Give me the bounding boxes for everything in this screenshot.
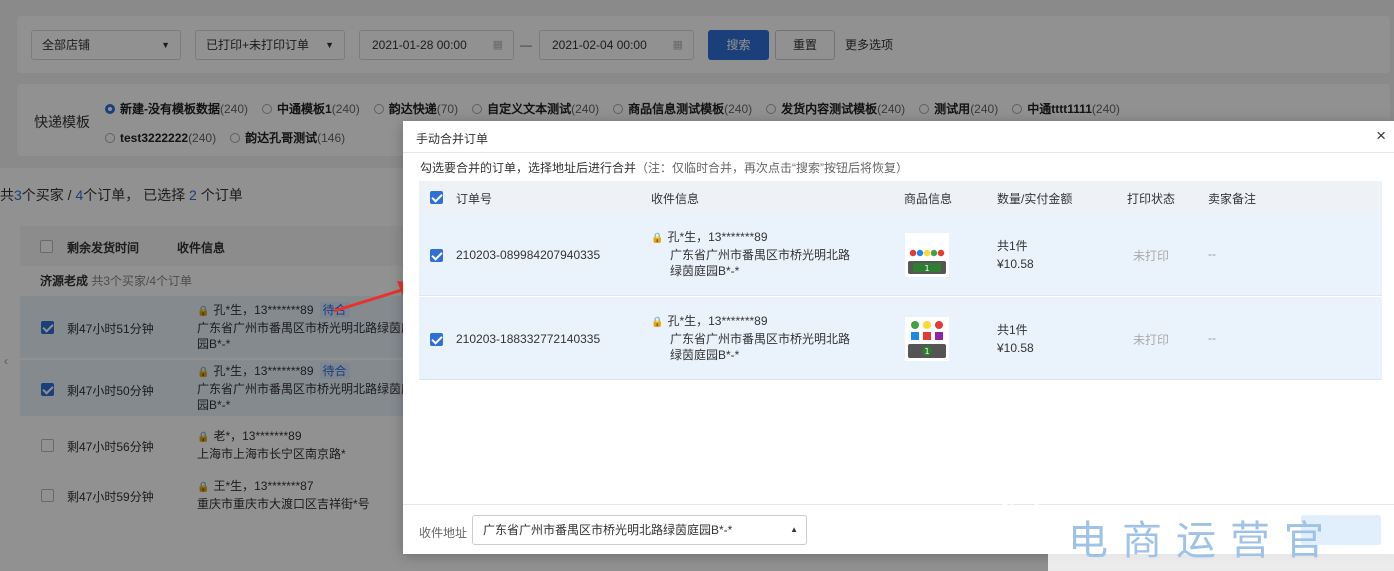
address-line-2: 绿茵庭园B*-* [670,348,740,362]
amount: ¥10.58 [997,341,1034,355]
hint-note: （注：仅临时合并，再次点击“搜索”按钮后将恢复） [636,161,909,175]
qty-amount: 共1件 ¥10.58 [997,321,1034,357]
amount: ¥10.58 [997,257,1034,271]
qty-amount: 共1件 ¥10.58 [997,237,1034,273]
product-thumbnail: 1 [905,317,949,361]
dialog-header: 手动合并订单 × [403,121,1394,153]
product-thumbnail: 1 [905,233,949,277]
select-all-checkbox[interactable] [430,191,443,204]
col-print-status: 打印状态 [1127,192,1176,206]
quantity: 共1件 [997,323,1028,337]
lock-icon: 🔒 [651,317,664,328]
recipient-name: 孔*生，13*******89 [667,314,768,328]
print-status: 未打印 [1133,249,1170,263]
order-number: 210203-188332772140335 [456,332,601,346]
hint-text: 勾选要合并的订单，选择地址后进行合并 [420,161,637,175]
lock-icon: 🔒 [651,233,664,244]
recipient-name: 孔*生，13*******89 [667,230,768,244]
watermark-text: 电商运营官 [1068,518,1338,564]
address-line-2: 绿茵庭园B*-* [670,264,740,278]
thumbnail-badge: 1 [924,264,929,273]
caret-up-icon: ▲ [790,525,798,534]
seller-memo: -- [1208,247,1216,261]
col-order-no: 订单号 [456,192,493,206]
col-recipient: 收件信息 [651,192,700,206]
address-select-value: 广东省广州市番禺区市桥光明北路绿茵庭园B*-* [483,523,733,537]
dialog-hint: 勾选要合并的订单，选择地址后进行合并（注：仅临时合并，再次点击“搜索”按钮后将恢… [420,159,908,176]
order-number: 210203-089984207940335 [456,248,601,262]
col-goods: 商品信息 [904,192,953,206]
table-row[interactable]: 210203-188332772140335 🔒 孔*生，13*******89 … [419,297,1382,380]
col-seller-memo: 卖家备注 [1208,192,1257,206]
dialog-title: 手动合并订单 [416,132,489,146]
table-header: 订单号 收件信息 商品信息 数量/实付金额 打印状态 卖家备注 [419,181,1382,213]
quantity: 共1件 [997,239,1028,253]
close-icon[interactable]: × [1376,126,1386,146]
address-line-1: 广东省广州市番禺区市桥光明北路 [670,332,851,346]
recipient-info: 🔒 孔*生，13*******89 广东省广州市番禺区市桥光明北路 绿茵庭园B*-… [651,313,850,363]
row-checkbox[interactable] [430,249,443,262]
col-qty-amount: 数量/实付金额 [997,192,1073,206]
table-row[interactable]: 210203-089984207940335 🔒 孔*生，13*******89 … [419,213,1382,296]
thumbnail-badge: 1 [924,347,929,356]
address-select[interactable]: 广东省广州市番禺区市桥光明北路绿茵庭园B*-* ▲ [472,515,807,545]
seller-memo: -- [1208,331,1216,345]
row-checkbox[interactable] [430,333,443,346]
address-label: 收件地址 [419,526,468,540]
print-status: 未打印 [1133,333,1170,347]
recipient-info: 🔒 孔*生，13*******89 广东省广州市番禺区市桥光明北路 绿茵庭园B*-… [651,229,850,279]
address-line-1: 广东省广州市番禺区市桥光明北路 [670,248,851,262]
